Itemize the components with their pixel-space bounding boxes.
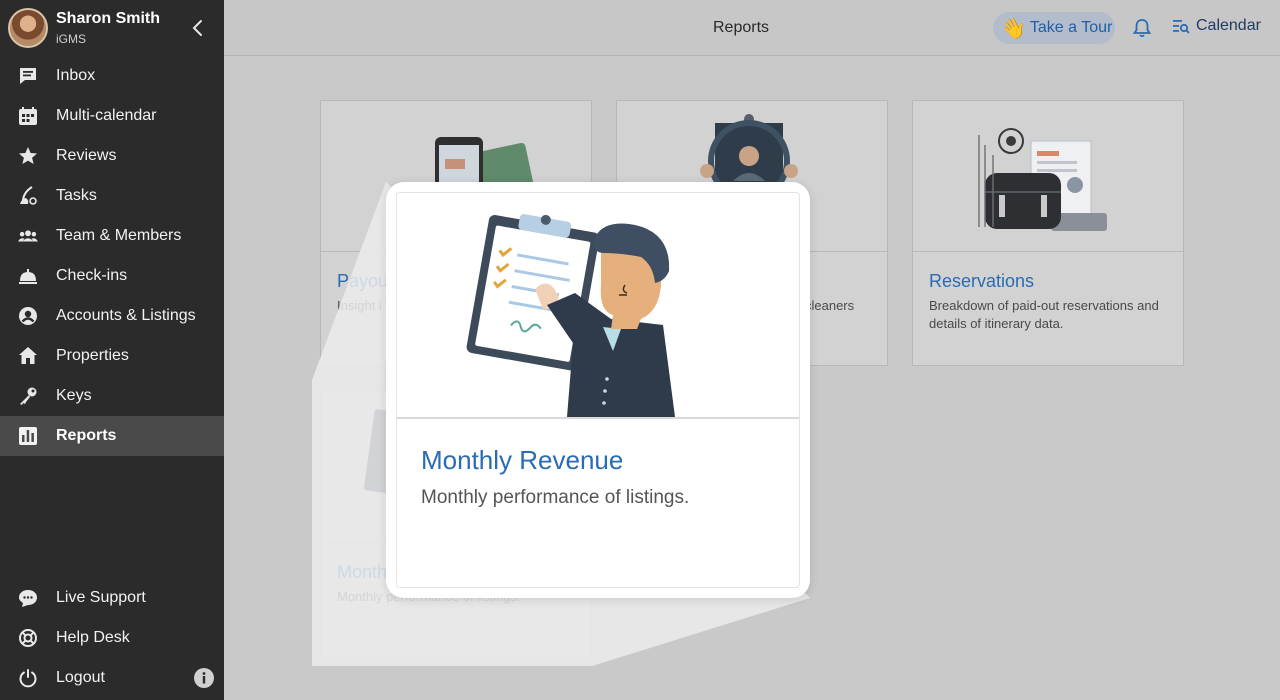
sidebar-item-check-ins[interactable]: Check-ins bbox=[0, 256, 224, 296]
sidebar-item-label: Help Desk bbox=[56, 629, 130, 646]
power-icon bbox=[18, 668, 38, 688]
top-header: Reports 👋 Take a Tour Calendar bbox=[224, 0, 1280, 56]
take-a-tour-button[interactable]: 👋 Take a Tour bbox=[993, 12, 1115, 44]
chevron-left-icon[interactable] bbox=[188, 18, 208, 38]
sidebar-item-label: Properties bbox=[56, 347, 129, 364]
report-card-reservations[interactable]: Reservations Breakdown of paid-out reser… bbox=[912, 100, 1184, 366]
notification-bell-icon[interactable] bbox=[1132, 18, 1152, 38]
calendar-grid-icon bbox=[18, 106, 38, 126]
card-illustration bbox=[913, 101, 1183, 252]
sidebar-item-multi-calendar[interactable]: Multi-calendar bbox=[0, 96, 224, 136]
sidebar-item-help-desk[interactable]: Help Desk bbox=[0, 618, 224, 658]
tour-card-description: Monthly performance of listings. bbox=[421, 487, 690, 508]
info-icon[interactable] bbox=[194, 668, 214, 688]
sidebar-item-label: Live Support bbox=[56, 589, 146, 606]
card-description: Breakdown of paid-out reservations and d… bbox=[929, 298, 1159, 331]
sidebar-item-inbox[interactable]: Inbox bbox=[0, 56, 224, 96]
sidebar-item-label: Reports bbox=[56, 427, 117, 444]
bar-chart-icon bbox=[18, 426, 38, 446]
take-a-tour-label: Take a Tour bbox=[1029, 19, 1113, 36]
sidebar: Sharon Smith iGMS Inbox Multi-calendar R… bbox=[0, 0, 224, 700]
sidebar-item-label: Keys bbox=[56, 387, 92, 404]
sidebar-item-logout[interactable]: Logout bbox=[0, 658, 224, 698]
calendar-button[interactable]: Calendar bbox=[1172, 17, 1261, 35]
user-profile[interactable]: Sharon Smith iGMS bbox=[8, 8, 216, 48]
sidebar-bottom-nav: Live Support Help Desk Logout bbox=[0, 578, 224, 698]
card-title: Month bbox=[337, 562, 388, 582]
sidebar-item-properties[interactable]: Properties bbox=[0, 336, 224, 376]
waving-hand-icon: 👋 bbox=[1001, 17, 1026, 40]
sidebar-item-label: Team & Members bbox=[56, 227, 182, 244]
sidebar-item-label: Check-ins bbox=[56, 267, 128, 284]
tour-popup[interactable]: Monthly Revenue Monthly performance of l… bbox=[386, 182, 810, 598]
sidebar-item-live-support[interactable]: Live Support bbox=[0, 578, 224, 618]
team-icon bbox=[18, 226, 38, 246]
chat-bubble-icon bbox=[18, 588, 38, 608]
star-icon bbox=[18, 146, 38, 166]
inbox-icon bbox=[18, 66, 38, 86]
card-description: cleaners bbox=[805, 298, 855, 313]
user-name: Sharon Smith bbox=[56, 10, 161, 27]
sidebar-item-reports[interactable]: Reports bbox=[0, 416, 224, 456]
sidebar-item-keys[interactable]: Keys bbox=[0, 376, 224, 416]
key-icon bbox=[18, 386, 38, 406]
calendar-label: Calendar bbox=[1196, 17, 1261, 34]
sidebar-item-tasks[interactable]: Tasks bbox=[0, 176, 224, 216]
sidebar-item-team-members[interactable]: Team & Members bbox=[0, 216, 224, 256]
tour-card-title: Monthly Revenue bbox=[421, 445, 624, 475]
lifebuoy-icon bbox=[18, 628, 38, 648]
sidebar-item-accounts-listings[interactable]: Accounts & Listings bbox=[0, 296, 224, 336]
account-circle-icon bbox=[18, 306, 38, 326]
sidebar-item-label: Logout bbox=[56, 669, 105, 686]
bell-desk-icon bbox=[18, 266, 38, 286]
card-title: Reservations bbox=[929, 271, 1035, 291]
sidebar-item-label: Multi-calendar bbox=[56, 107, 157, 124]
user-org: iGMS bbox=[56, 32, 86, 46]
sidebar-item-label: Tasks bbox=[56, 187, 97, 204]
card-title: Payou bbox=[337, 271, 389, 291]
sidebar-item-label: Reviews bbox=[56, 147, 117, 164]
sidebar-nav: Inbox Multi-calendar Reviews Tasks Team … bbox=[0, 56, 224, 456]
tour-card-monthly-revenue[interactable]: Monthly Revenue Monthly performance of l… bbox=[396, 192, 800, 588]
broom-icon bbox=[18, 186, 38, 206]
sidebar-item-label: Accounts & Listings bbox=[56, 307, 196, 324]
calendar-search-icon bbox=[1173, 20, 1190, 34]
sidebar-item-label: Inbox bbox=[56, 67, 96, 84]
sidebar-item-reviews[interactable]: Reviews bbox=[0, 136, 224, 176]
avatar bbox=[8, 8, 48, 48]
home-icon bbox=[18, 346, 38, 366]
monthly-revenue-illustration bbox=[397, 193, 799, 419]
